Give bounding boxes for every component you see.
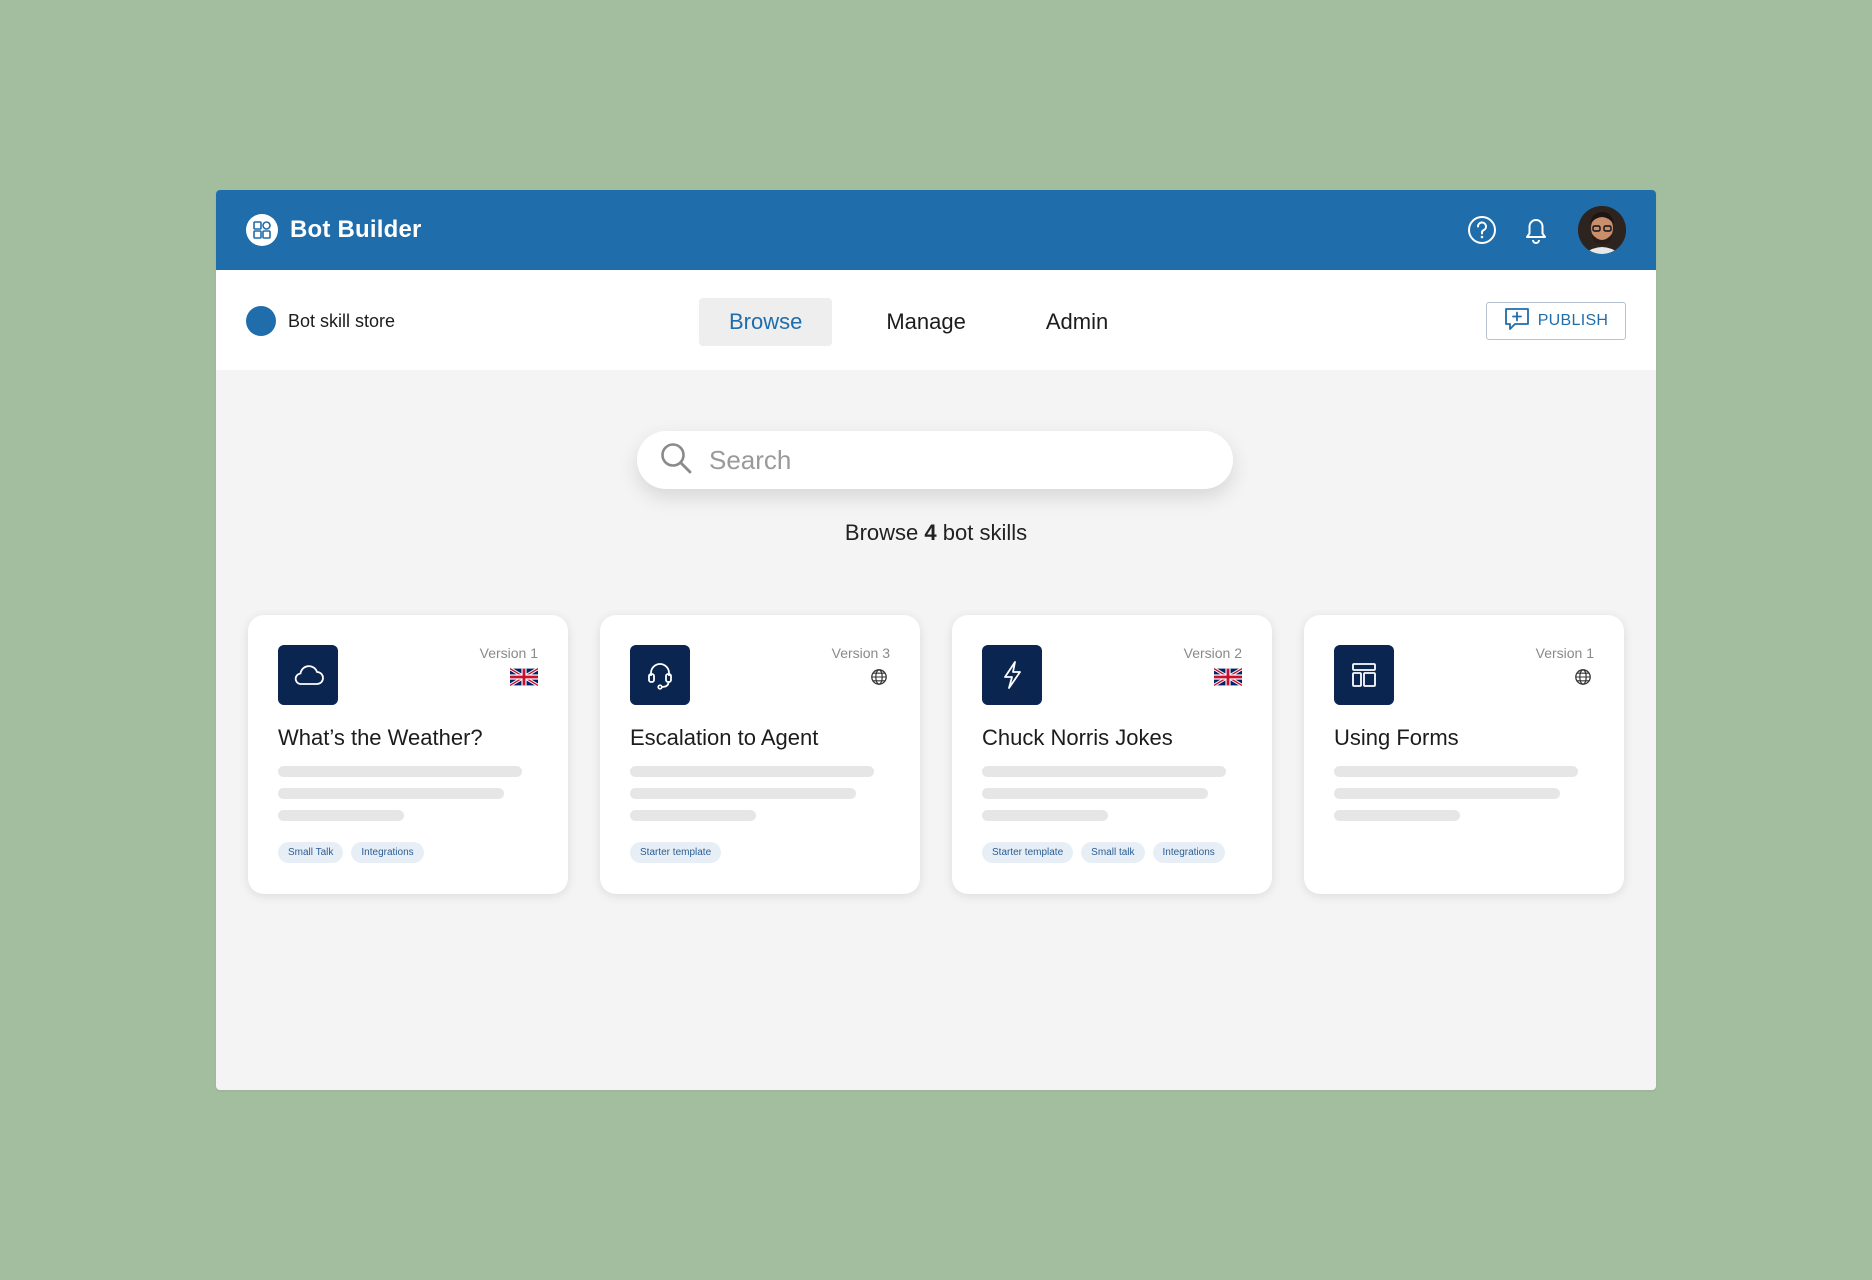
publish-label: PUBLISH <box>1537 312 1609 329</box>
tag-chip[interactable]: Small Talk <box>278 842 344 863</box>
skill-store-indicator[interactable]: Bot skill store <box>246 306 395 336</box>
bot-builder-logo-icon <box>246 214 278 246</box>
tab-manage[interactable]: Manage <box>856 298 996 346</box>
globe-icon <box>870 668 890 691</box>
skill-cards: Version 1 What’s the Weather? Small Talk… <box>248 615 1624 894</box>
card-tags: Starter template <box>630 842 722 863</box>
description-placeholder <box>982 788 1208 799</box>
description-placeholder <box>630 788 856 799</box>
card-version: Version 1 <box>479 645 538 661</box>
description-placeholder <box>278 810 404 821</box>
tag-chip[interactable]: Starter template <box>982 842 1074 863</box>
help-icon[interactable] <box>1464 212 1500 248</box>
description-placeholder <box>630 766 874 777</box>
top-bar: Bot Builder <box>216 190 1656 270</box>
skill-card-weather[interactable]: Version 1 What’s the Weather? Small Talk… <box>248 615 568 894</box>
card-tags: Small Talk Integrations <box>278 842 424 863</box>
card-tags: Starter template Small talk Integrations <box>982 842 1225 863</box>
tag-chip[interactable]: Starter template <box>630 842 722 863</box>
sub-header: Bot skill store Browse Manage Admin PUBL… <box>216 270 1656 370</box>
layout-icon <box>1334 645 1394 705</box>
bell-icon[interactable] <box>1518 212 1554 248</box>
app-window: Bot Builder Bot skill store Browse Manag… <box>216 190 1656 1090</box>
description-placeholder <box>982 810 1108 821</box>
publish-button[interactable]: PUBLISH <box>1486 302 1626 340</box>
skills-count: 4 <box>924 520 937 545</box>
brand[interactable]: Bot Builder <box>246 214 422 246</box>
description-placeholder <box>278 766 522 777</box>
search-bar[interactable] <box>637 431 1233 489</box>
count-prefix: Browse <box>844 520 919 545</box>
search-icon <box>659 441 693 480</box>
card-version: Version 3 <box>831 645 890 661</box>
app-title: Bot Builder <box>290 216 422 243</box>
skill-card-escalation[interactable]: Version 3 Escalation to Agent Starter te… <box>600 615 920 894</box>
card-title: What’s the Weather? <box>278 725 483 750</box>
description-placeholder <box>1334 766 1578 777</box>
tab-admin[interactable]: Admin <box>1016 298 1138 346</box>
card-version: Version 1 <box>1535 645 1594 661</box>
tab-browse[interactable]: Browse <box>699 298 833 346</box>
description-placeholder <box>1334 788 1560 799</box>
lightning-icon <box>982 645 1042 705</box>
user-avatar[interactable] <box>1578 206 1626 254</box>
card-title: Using Forms <box>1334 725 1459 750</box>
card-version: Version 2 <box>1183 645 1242 661</box>
description-placeholder <box>278 788 504 799</box>
globe-icon <box>1574 668 1594 691</box>
cloud-icon <box>278 645 338 705</box>
count-suffix: bot skills <box>942 520 1028 545</box>
store-dot-icon <box>246 306 276 336</box>
headset-icon <box>630 645 690 705</box>
tag-chip[interactable]: Integrations <box>1152 842 1225 863</box>
uk-flag-icon <box>1213 667 1243 691</box>
description-placeholder <box>982 766 1226 777</box>
description-placeholder <box>630 810 756 821</box>
add-comment-icon <box>1504 307 1530 336</box>
card-title: Escalation to Agent <box>630 725 819 750</box>
skill-card-forms[interactable]: Version 1 Using Forms <box>1304 615 1624 894</box>
tag-chip[interactable]: Small talk <box>1081 842 1145 863</box>
skill-card-chuck-norris[interactable]: Version 2 Chuck Norris Jokes Starter tem… <box>952 615 1272 894</box>
nav-tabs: Browse Manage Admin <box>699 298 1138 346</box>
tag-chip[interactable]: Integrations <box>351 842 424 863</box>
store-label: Bot skill store <box>288 310 396 331</box>
skills-count-text: Browse 4 bot skills <box>216 520 1656 546</box>
card-title: Chuck Norris Jokes <box>982 725 1173 750</box>
description-placeholder <box>1334 810 1460 821</box>
uk-flag-icon <box>509 667 539 691</box>
search-input[interactable] <box>707 443 1211 477</box>
